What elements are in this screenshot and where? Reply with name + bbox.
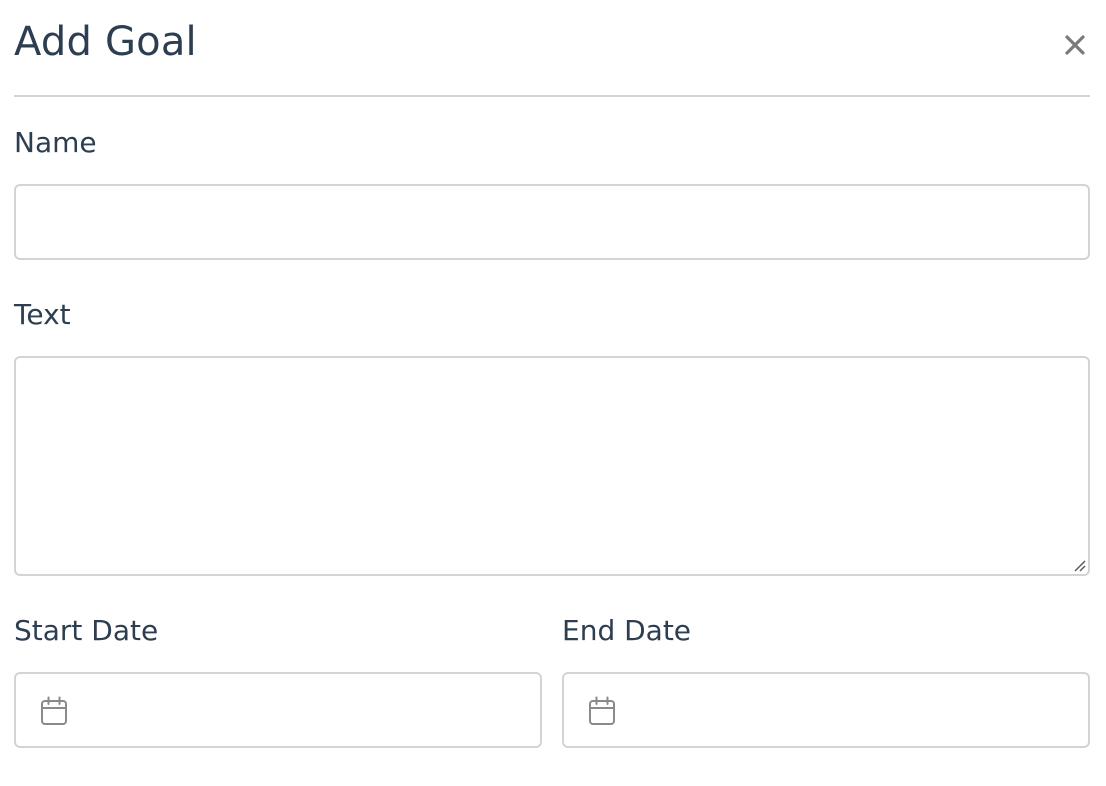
- calendar-icon: [589, 696, 615, 725]
- start-date-field[interactable]: [14, 672, 542, 748]
- text-area-wrapper: [14, 356, 1090, 576]
- add-goal-dialog: Add Goal Name Text Start Date End Date: [14, 0, 1090, 786]
- text-label: Text: [14, 298, 71, 331]
- end-date-label: End Date: [562, 614, 692, 647]
- calendar-icon: [41, 696, 67, 725]
- name-label: Name: [14, 126, 97, 159]
- dialog-header: Add Goal: [14, 0, 1090, 97]
- start-date-input[interactable]: [86, 674, 530, 746]
- start-date-label: Start Date: [14, 614, 159, 647]
- close-icon: [1065, 35, 1085, 55]
- resize-grip-icon[interactable]: [1072, 558, 1086, 572]
- end-date-input[interactable]: [634, 674, 1078, 746]
- name-input[interactable]: [14, 184, 1090, 260]
- close-button[interactable]: [1060, 27, 1090, 63]
- dialog-title: Add Goal: [14, 19, 197, 65]
- text-area[interactable]: [14, 356, 1090, 576]
- end-date-field[interactable]: [562, 672, 1090, 748]
